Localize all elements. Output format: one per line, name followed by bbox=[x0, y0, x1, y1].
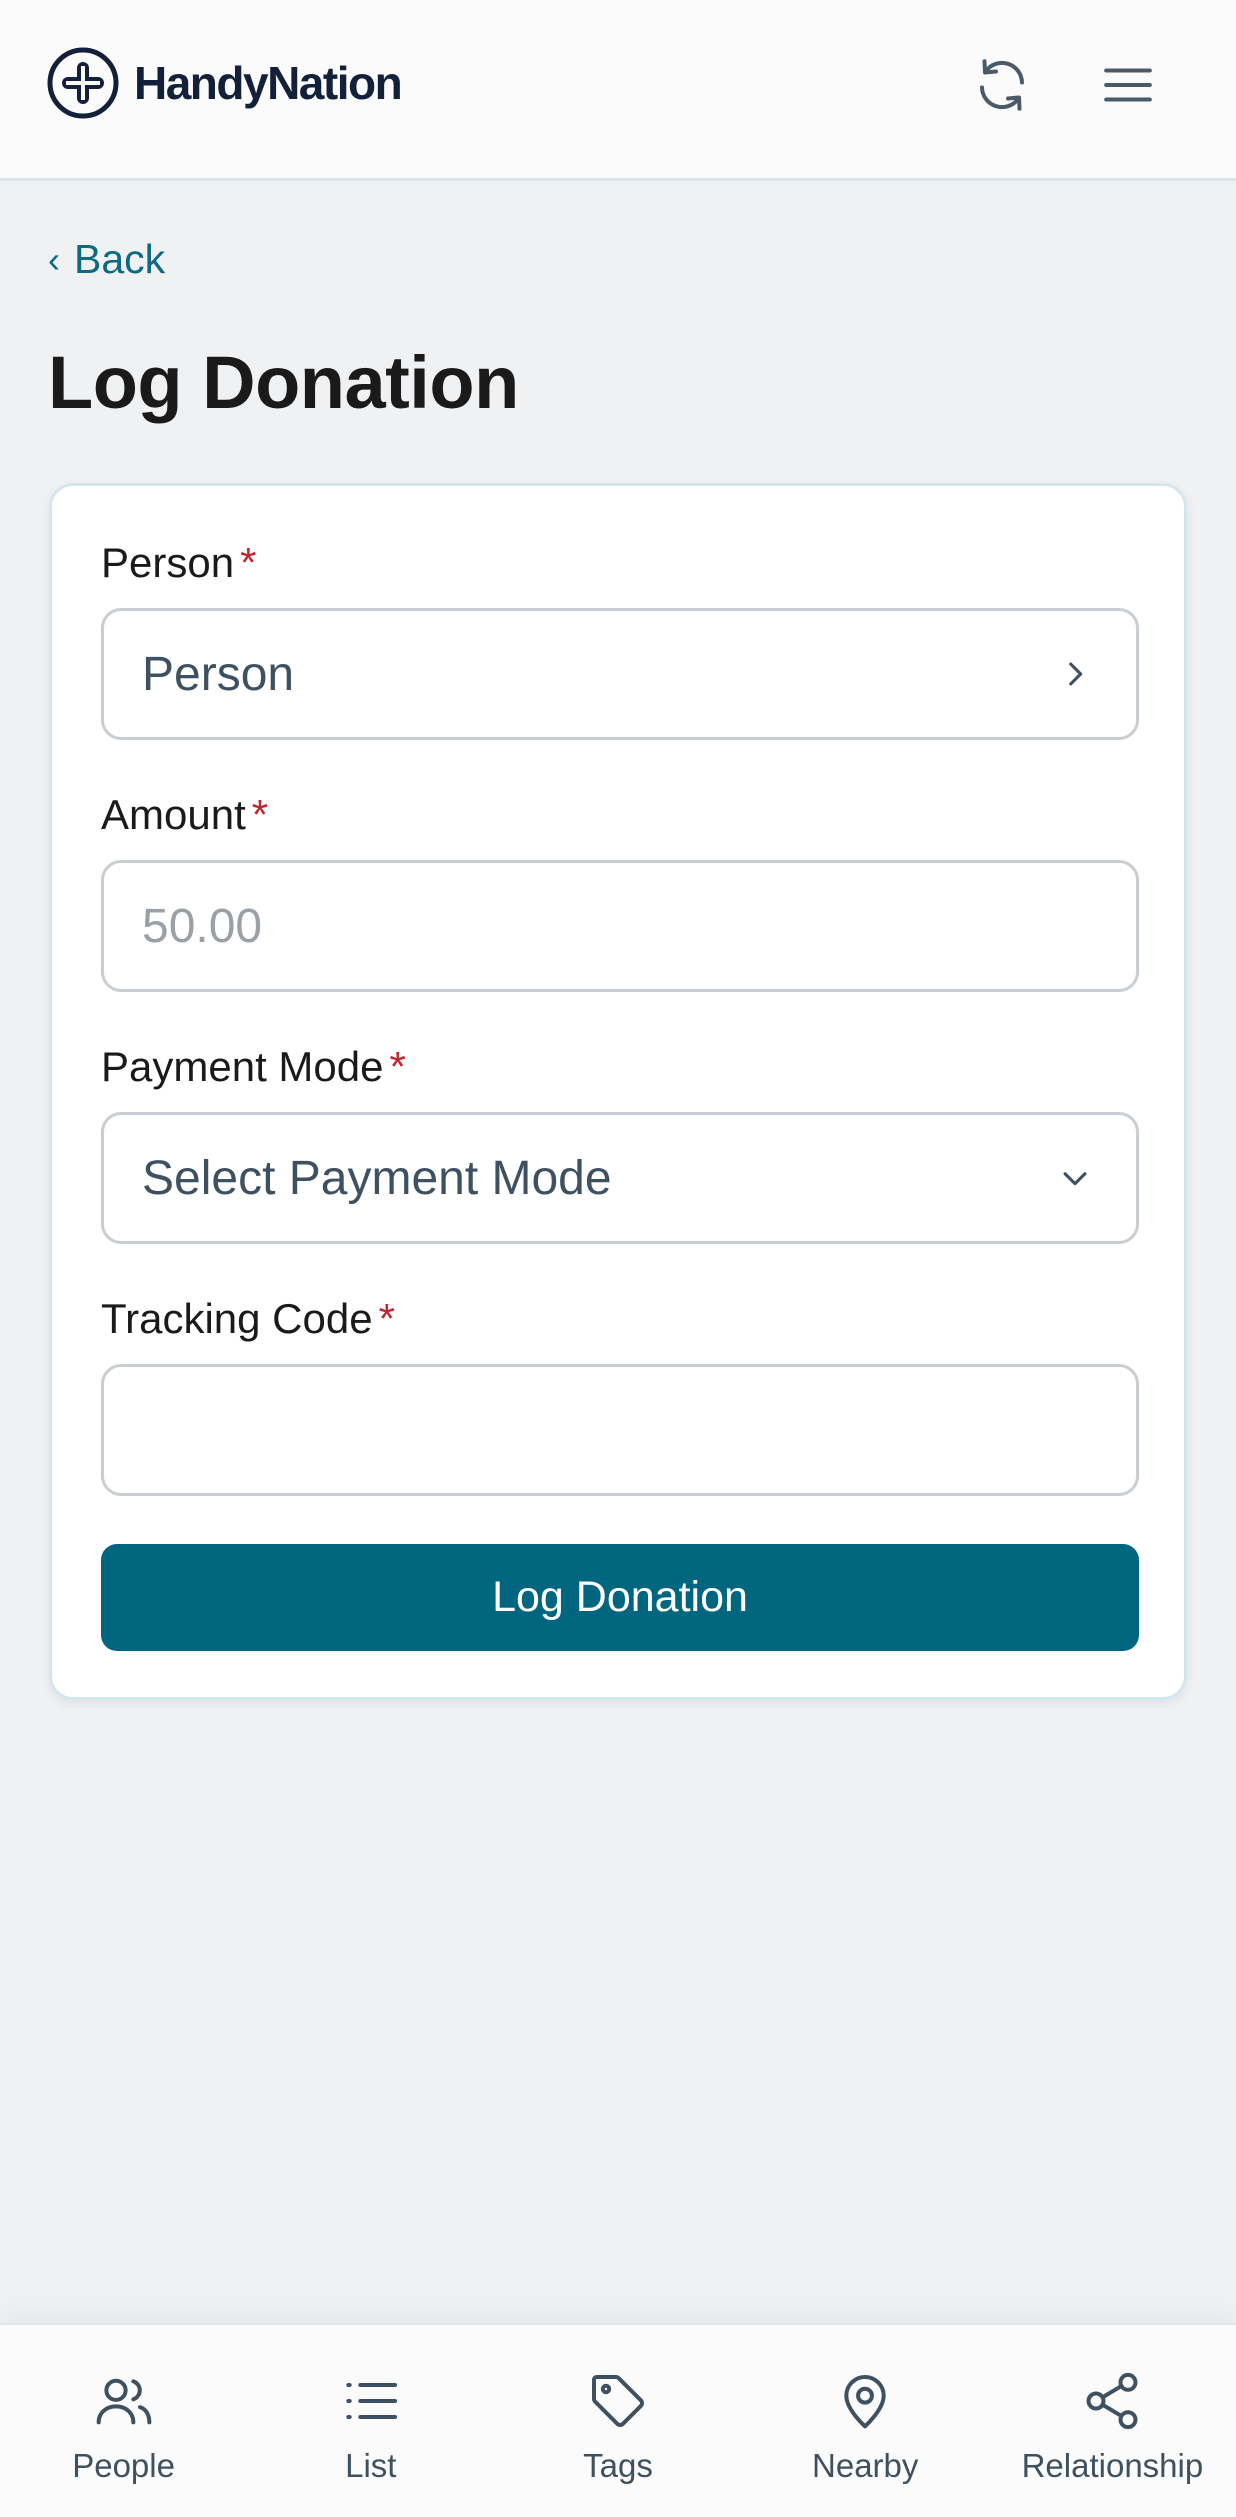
required-mark: * bbox=[251, 791, 269, 838]
page: HandyNation ‹ Back Log Donation Person* bbox=[0, 0, 1236, 2517]
app-name: HandyNation bbox=[134, 57, 403, 109]
amount-label-text: Amount bbox=[101, 791, 246, 838]
required-mark: * bbox=[240, 539, 257, 586]
tracking-code-label-text: Tracking Code bbox=[101, 1295, 373, 1342]
amount-input-placeholder: 50.00 bbox=[142, 899, 263, 953]
menu-button[interactable] bbox=[1093, 50, 1163, 120]
nav-label-relationship: Relationship bbox=[1021, 2447, 1204, 2484]
person-selector[interactable]: Person bbox=[101, 608, 1139, 740]
payment-mode-label: Payment Mode * bbox=[101, 1043, 406, 1091]
amount-label: Amount * bbox=[101, 791, 268, 839]
hamburger-menu-icon bbox=[1104, 68, 1152, 102]
payment-mode-select[interactable]: Select Payment Mode bbox=[101, 1112, 1139, 1244]
back-link[interactable]: ‹ Back bbox=[48, 236, 165, 283]
person-label-text: Person bbox=[101, 539, 235, 586]
app-header: HandyNation bbox=[0, 0, 1236, 181]
payment-mode-label-text: Payment Mode bbox=[101, 1043, 384, 1090]
app-logo[interactable]: HandyNation bbox=[46, 46, 403, 120]
refresh-icon bbox=[980, 59, 1024, 111]
required-mark: * bbox=[389, 1043, 406, 1090]
payment-mode-select-value: Select Payment Mode bbox=[142, 1151, 612, 1205]
back-label: Back bbox=[74, 236, 166, 282]
tracking-code-label: Tracking Code * bbox=[101, 1295, 395, 1343]
tag-icon bbox=[592, 2375, 644, 2427]
nav-item-nearby[interactable]: Nearby bbox=[742, 2325, 989, 2517]
required-mark: * bbox=[378, 1295, 395, 1342]
map-pin-icon bbox=[844, 2375, 886, 2429]
person-selector-value: Person bbox=[142, 647, 295, 701]
nav-label-tags: Tags bbox=[583, 2447, 653, 2484]
nav-label-nearby: Nearby bbox=[812, 2447, 919, 2484]
handynation-logo-icon bbox=[47, 47, 119, 119]
list-icon bbox=[346, 2383, 397, 2419]
log-donation-button[interactable]: Log Donation bbox=[101, 1544, 1139, 1651]
person-label: Person * bbox=[101, 539, 256, 587]
chevron-down-icon bbox=[1063, 1172, 1087, 1186]
nav-label-people: People bbox=[72, 2447, 175, 2484]
nav-item-tags[interactable]: Tags bbox=[494, 2325, 741, 2517]
nav-item-list[interactable]: List bbox=[247, 2325, 494, 2517]
bottom-nav: People List Tags Nearby Relationship bbox=[0, 2323, 1236, 2517]
share-nodes-icon bbox=[1086, 2372, 1138, 2430]
tracking-code-input[interactable] bbox=[101, 1364, 1139, 1496]
chevron-right-icon bbox=[1069, 662, 1083, 686]
people-icon bbox=[96, 2378, 151, 2425]
page-title: Log Donation bbox=[48, 341, 519, 424]
nav-label-list: List bbox=[345, 2447, 397, 2484]
amount-input[interactable]: 50.00 bbox=[101, 860, 1139, 992]
donation-form-card: Person * Person Amount * 50.00 Payment Mod… bbox=[49, 483, 1187, 1700]
nav-item-people[interactable]: People bbox=[0, 2325, 247, 2517]
nav-item-relationship[interactable]: Relationship bbox=[989, 2325, 1236, 2517]
refresh-button[interactable] bbox=[967, 50, 1037, 120]
chevron-left-icon: ‹ bbox=[48, 238, 60, 280]
